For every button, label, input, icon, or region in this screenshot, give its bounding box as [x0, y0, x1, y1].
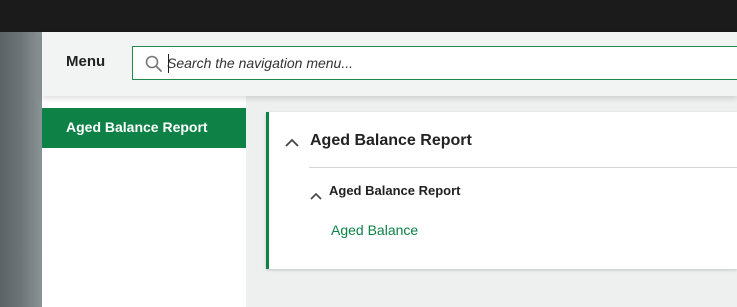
section-header[interactable]: Aged Balance Report	[269, 112, 737, 168]
search-input[interactable]	[167, 47, 727, 79]
subsection-header[interactable]: Aged Balance Report	[309, 180, 609, 204]
subsection-title: Aged Balance Report	[329, 183, 461, 198]
chevron-up-icon	[285, 135, 299, 147]
navigation-header: Menu	[42, 32, 737, 96]
chevron-up-icon	[310, 187, 322, 200]
section-title: Aged Balance Report	[310, 132, 472, 149]
text-caret	[168, 54, 169, 73]
search-box[interactable]	[132, 46, 737, 80]
content-card: Aged Balance Report Aged Balance Report …	[266, 112, 737, 269]
navigation-panel: Menu Aged Balance Report Aged Balance	[42, 32, 737, 307]
sidebar-item-label: Aged Balance Report	[66, 119, 208, 135]
top-bar	[0, 0, 737, 32]
menu-label: Menu	[66, 53, 106, 70]
sidebar-item-aged-balance-report[interactable]: Aged Balance Report	[42, 108, 246, 148]
divider	[309, 167, 737, 168]
sidebar: Aged Balance Report	[42, 96, 246, 307]
aged-balance-link[interactable]: Aged Balance	[331, 222, 418, 238]
search-icon	[145, 55, 163, 73]
